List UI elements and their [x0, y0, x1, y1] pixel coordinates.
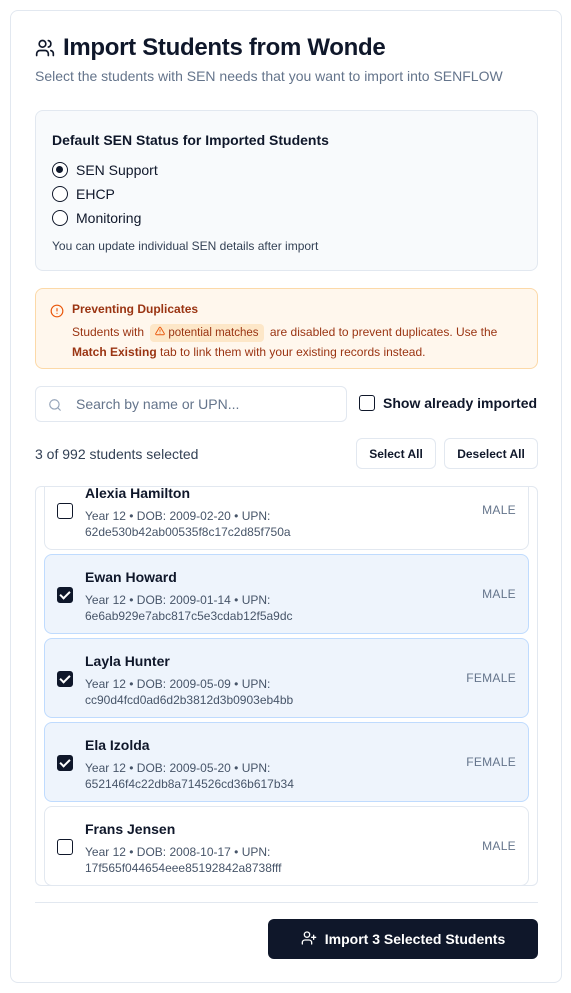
- student-meta: Year 12 • DOB: 2008-10-17 • UPN: 17f565f…: [85, 845, 282, 875]
- radio-button[interactable]: [52, 186, 68, 202]
- dialog-header: Import Students from Wonde: [35, 34, 386, 61]
- sen-status-panel: Default SEN Status for Imported Students…: [35, 110, 538, 271]
- student-row[interactable]: Ewan Howard Year 12 • DOB: 2009-01-14 • …: [44, 554, 529, 634]
- duplicates-text-part: Students with: [72, 325, 145, 339]
- student-gender: MALE: [482, 839, 516, 853]
- student-name: Layla Hunter: [85, 653, 170, 669]
- student-name: Ela Izolda: [85, 737, 150, 753]
- alert-triangle-icon: [155, 324, 166, 342]
- sen-status-hint: You can update individual SEN details af…: [52, 239, 319, 253]
- student-checkbox[interactable]: [57, 503, 73, 519]
- radio-label: Monitoring: [76, 210, 142, 226]
- page-subtitle: Select the students with SEN needs that …: [35, 68, 503, 84]
- student-gender: MALE: [482, 587, 516, 601]
- student-row[interactable]: Frans Jensen Year 12 • DOB: 2008-10-17 •…: [44, 806, 529, 885]
- show-imported-checkbox[interactable]: [359, 395, 375, 411]
- student-meta: Year 12 • DOB: 2009-02-20 • UPN: 62de530…: [85, 509, 291, 539]
- student-name: Alexia Hamilton: [85, 486, 191, 501]
- student-gender: FEMALE: [466, 755, 516, 769]
- student-meta: Year 12 • DOB: 2009-01-14 • UPN: 6e6ab92…: [85, 593, 293, 623]
- potential-matches-badge: potential matches: [150, 324, 264, 342]
- student-gender: FEMALE: [466, 671, 516, 685]
- student-checkbox[interactable]: [57, 671, 73, 687]
- page-title: Import Students from Wonde: [63, 34, 386, 61]
- student-name: Ewan Howard: [85, 569, 177, 585]
- select-all-button[interactable]: Select All: [356, 438, 436, 469]
- student-row[interactable]: Alexia Hamilton Year 12 • DOB: 2009-02-2…: [44, 486, 529, 550]
- duplicates-text-part: tab to link them with your existing reco…: [160, 345, 426, 359]
- radio-button[interactable]: [52, 162, 68, 178]
- search-box[interactable]: [35, 386, 347, 422]
- student-row[interactable]: Ela Izolda Year 12 • DOB: 2009-05-20 • U…: [44, 722, 529, 802]
- import-button-label: Import 3 Selected Students: [324, 931, 506, 947]
- student-list[interactable]: Alexia Hamilton Year 12 • DOB: 2009-02-2…: [35, 486, 538, 886]
- student-checkbox[interactable]: [57, 587, 73, 603]
- users-icon: [35, 38, 55, 58]
- student-name: Frans Jensen: [85, 821, 176, 837]
- duplicates-text: Students with potential matches are disa…: [72, 322, 527, 362]
- duplicates-title: Preventing Duplicates: [72, 302, 199, 316]
- user-plus-icon: [301, 930, 317, 949]
- radio-label: SEN Support: [76, 162, 158, 178]
- student-gender: MALE: [482, 503, 516, 517]
- search-input[interactable]: [76, 387, 338, 421]
- alert-circle-icon: [50, 304, 64, 323]
- student-checkbox[interactable]: [57, 755, 73, 771]
- student-meta: Year 12 • DOB: 2009-05-09 • UPN: cc90d4f…: [85, 677, 294, 707]
- sen-status-title: Default SEN Status for Imported Students: [52, 132, 329, 148]
- radio-ehcp[interactable]: EHCP: [52, 186, 115, 202]
- duplicates-alert: Preventing Duplicates Students with pote…: [35, 288, 538, 369]
- student-checkbox[interactable]: [57, 839, 73, 855]
- student-meta: Year 12 • DOB: 2009-05-20 • UPN: 652146f…: [85, 761, 294, 791]
- show-imported-toggle[interactable]: Show already imported: [359, 395, 537, 411]
- show-imported-label: Show already imported: [383, 395, 538, 411]
- radio-button[interactable]: [52, 210, 68, 226]
- import-dialog: Import Students from Wonde Select the st…: [10, 10, 562, 983]
- radio-monitoring[interactable]: Monitoring: [52, 210, 141, 226]
- radio-label: EHCP: [76, 186, 115, 202]
- match-existing-label: Match Existing: [72, 345, 157, 359]
- footer-divider: [35, 902, 538, 903]
- radio-sen-support[interactable]: SEN Support: [52, 162, 158, 178]
- student-row[interactable]: Layla Hunter Year 12 • DOB: 2009-05-09 •…: [44, 638, 529, 718]
- badge-label: potential matches: [168, 327, 259, 339]
- duplicates-text-part: are disabled to prevent duplicates. Use …: [269, 325, 498, 339]
- selection-count: 3 of 992 students selected: [35, 446, 199, 462]
- deselect-all-button[interactable]: Deselect All: [444, 438, 538, 469]
- import-students-button[interactable]: Import 3 Selected Students: [268, 919, 538, 959]
